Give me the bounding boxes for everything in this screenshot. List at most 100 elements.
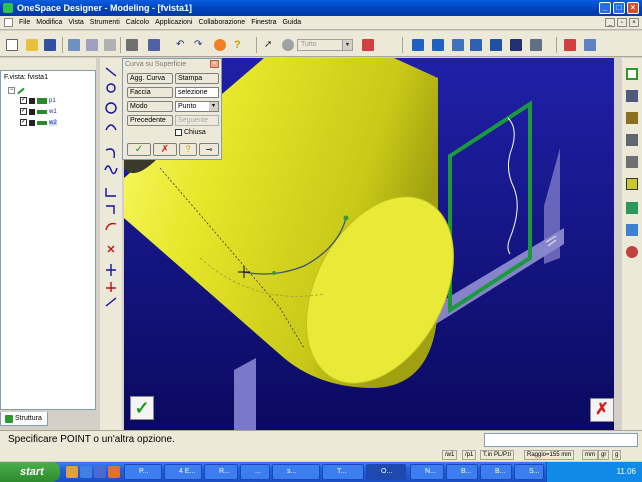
visibility-checkbox[interactable]: ✓ bbox=[20, 97, 27, 104]
delete-icon[interactable] bbox=[626, 246, 638, 258]
menu-collaborazione[interactable]: Collaborazione bbox=[195, 19, 248, 26]
workplane-new-icon[interactable] bbox=[626, 68, 638, 80]
print-icon[interactable] bbox=[126, 39, 138, 51]
menu-modifica[interactable]: Modifica bbox=[33, 19, 65, 26]
face-selection-field[interactable]: selezione bbox=[175, 87, 219, 98]
face-button[interactable]: Faccia bbox=[127, 87, 173, 98]
task-button[interactable]: s... bbox=[272, 464, 320, 480]
task-button[interactable]: B... bbox=[446, 464, 478, 480]
help-icon[interactable]: ? bbox=[234, 39, 246, 51]
dialog-help-button[interactable]: ? bbox=[179, 143, 197, 156]
tree-item-w2[interactable]: ✓ w2 bbox=[20, 119, 57, 126]
task-button[interactable]: 4 E... bbox=[164, 464, 202, 480]
assembly-icon[interactable] bbox=[626, 134, 638, 146]
clock[interactable]: 11.06 bbox=[617, 467, 636, 476]
tab-struttura[interactable]: Struttura bbox=[0, 412, 48, 426]
quicklaunch-icon[interactable] bbox=[108, 466, 120, 478]
task-button[interactable]: O... bbox=[366, 464, 406, 480]
unit-length-field[interactable]: mm bbox=[582, 450, 598, 460]
dialog-ok-button[interactable]: ✓ bbox=[127, 143, 151, 156]
measure-icon[interactable] bbox=[564, 39, 576, 51]
copy-icon[interactable] bbox=[68, 39, 80, 51]
unit-angle-field[interactable]: gr bbox=[598, 450, 610, 460]
zoom-icon[interactable] bbox=[452, 39, 464, 51]
curve-point[interactable] bbox=[272, 271, 276, 275]
select-filter-icon[interactable] bbox=[282, 39, 294, 51]
previous-view-icon[interactable] bbox=[510, 39, 522, 51]
add-curve-button[interactable]: Agg. Curva bbox=[127, 73, 173, 84]
maximize-button[interactable]: □ bbox=[613, 2, 625, 14]
visibility-checkbox[interactable]: ✓ bbox=[20, 119, 27, 126]
fit-view-icon[interactable] bbox=[412, 39, 424, 51]
task-button[interactable]: B... bbox=[480, 464, 512, 480]
expand-icon[interactable]: − bbox=[8, 87, 15, 94]
viewport-cancel-button[interactable]: ✗ bbox=[590, 398, 614, 422]
dialog-pin-button[interactable]: ⊸ bbox=[199, 143, 219, 156]
menu-finestra[interactable]: Finestra bbox=[248, 19, 279, 26]
menu-strumenti[interactable]: Strumenti bbox=[87, 19, 123, 26]
rotate-view-icon[interactable] bbox=[470, 39, 482, 51]
part-new-icon[interactable] bbox=[626, 112, 638, 124]
tree-item-w1[interactable]: ✓ w1 bbox=[20, 108, 57, 115]
quicklaunch-icon[interactable] bbox=[80, 466, 92, 478]
task-button[interactable]: R... bbox=[204, 464, 238, 480]
feature-icon[interactable] bbox=[626, 156, 638, 168]
pan-view-icon[interactable] bbox=[490, 39, 502, 51]
undo-icon[interactable]: ↶ bbox=[176, 39, 188, 51]
new-file-icon[interactable] bbox=[6, 39, 18, 51]
closed-checkbox[interactable] bbox=[175, 129, 182, 136]
menu-guida[interactable]: Guida bbox=[279, 19, 304, 26]
task-button[interactable]: P... bbox=[124, 464, 162, 480]
edge-select-icon[interactable] bbox=[626, 202, 638, 214]
copy-part-icon[interactable] bbox=[626, 224, 638, 236]
info-icon[interactable] bbox=[214, 39, 226, 51]
save-icon[interactable] bbox=[44, 39, 56, 51]
visibility-checkbox[interactable]: ✓ bbox=[20, 108, 27, 115]
paste-icon[interactable] bbox=[86, 39, 98, 51]
workplane-set-icon[interactable] bbox=[626, 90, 638, 102]
task-button[interactable]: S... bbox=[514, 464, 544, 480]
open-folder-icon[interactable] bbox=[26, 39, 38, 51]
minimize-button[interactable]: _ bbox=[599, 2, 611, 14]
selection-tool-icon[interactable] bbox=[362, 39, 374, 51]
camera-icon[interactable] bbox=[530, 39, 542, 51]
menu-vista[interactable]: Vista bbox=[65, 19, 86, 26]
menu-applicazioni[interactable]: Applicazioni bbox=[152, 19, 195, 26]
tree-root-node[interactable]: − bbox=[8, 87, 25, 94]
curve-point[interactable] bbox=[343, 215, 349, 221]
unit-mass-field[interactable]: g bbox=[612, 450, 622, 460]
redo-icon[interactable]: ↷ bbox=[194, 39, 206, 51]
quicklaunch-icon[interactable] bbox=[94, 466, 106, 478]
next-button[interactable]: Seguente bbox=[175, 115, 219, 126]
catch-mode-field[interactable]: T.in PL/P.ti bbox=[480, 450, 514, 460]
command-input[interactable] bbox=[484, 433, 638, 447]
menu-calcolo[interactable]: Calcolo bbox=[123, 19, 152, 26]
start-button[interactable]: start bbox=[0, 462, 60, 482]
left-tool-icons bbox=[104, 67, 118, 307]
cut-icon[interactable] bbox=[104, 39, 116, 51]
task-button[interactable]: ... bbox=[240, 464, 270, 480]
tree-icon[interactable] bbox=[148, 39, 160, 51]
closed-option[interactable]: Chiusa bbox=[175, 129, 206, 136]
close-button[interactable]: × bbox=[627, 2, 639, 14]
menu-file[interactable]: File bbox=[16, 19, 33, 26]
dialog-cancel-button[interactable]: ✗ bbox=[153, 143, 177, 156]
zoom-window-icon[interactable] bbox=[432, 39, 444, 51]
print-button[interactable]: Stampa bbox=[175, 73, 219, 84]
viewport-ok-button[interactable]: ✓ bbox=[130, 396, 154, 420]
doc-minimize-button[interactable]: _ bbox=[605, 18, 615, 27]
calculator-icon[interactable] bbox=[584, 39, 596, 51]
doc-close-button[interactable]: × bbox=[629, 18, 639, 27]
task-button[interactable]: N... bbox=[410, 464, 444, 480]
previous-button[interactable]: Precedente bbox=[127, 115, 173, 126]
mode-dropdown[interactable]: Punto ▾ bbox=[175, 101, 219, 112]
quicklaunch-icon[interactable] bbox=[66, 466, 78, 478]
pointer-icon[interactable]: ➚ bbox=[264, 39, 276, 51]
task-button[interactable]: T... bbox=[322, 464, 364, 480]
mode-button[interactable]: Modo bbox=[127, 101, 173, 112]
tree-item-p1[interactable]: ✓ p1 bbox=[20, 97, 56, 104]
select-filter-dropdown[interactable]: Tutto ▾ bbox=[297, 39, 353, 51]
dialog-close-button[interactable]: × bbox=[210, 60, 219, 68]
doc-restore-button[interactable]: ▫ bbox=[617, 18, 627, 27]
face-select-icon[interactable] bbox=[626, 178, 638, 190]
